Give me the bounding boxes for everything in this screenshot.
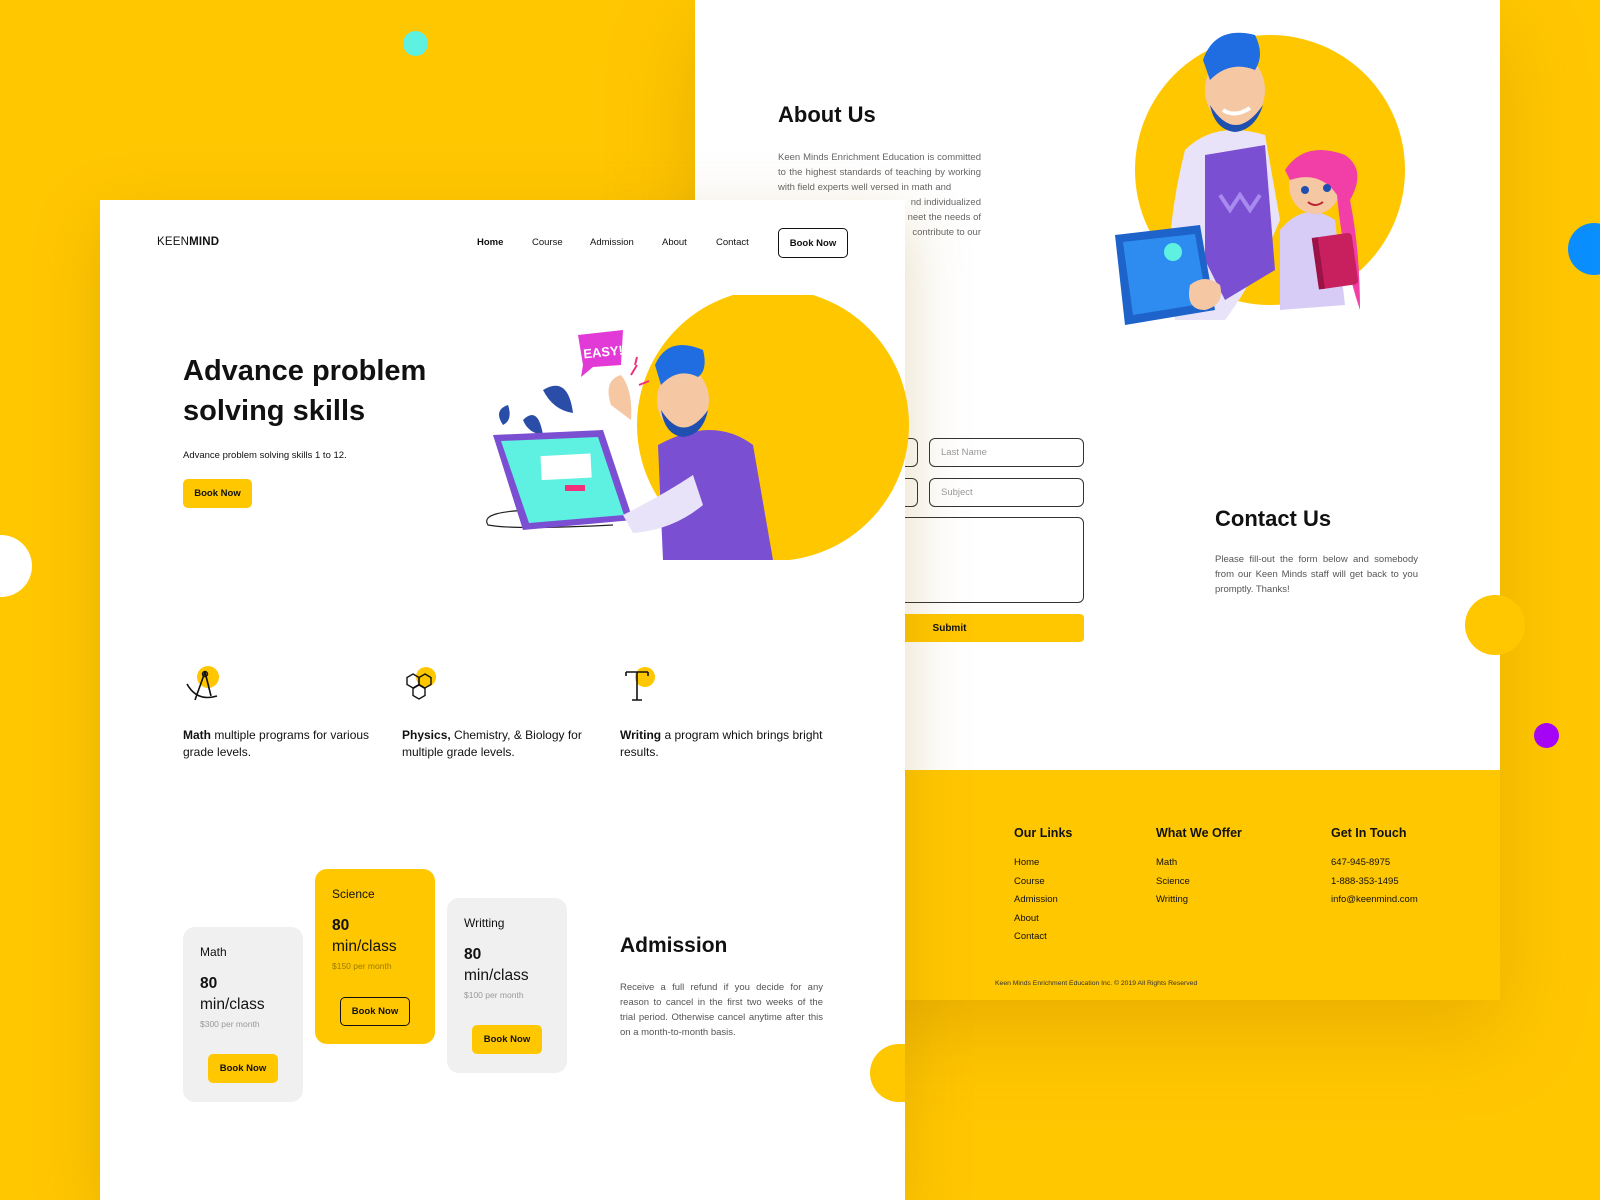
feature-writing-text: Writing a program which brings bright re… — [620, 727, 825, 760]
footer-link-course[interactable]: Course — [1014, 873, 1072, 892]
footer-copyright: Keen Minds Enrichment Education Inc. © 2… — [995, 980, 1198, 987]
card-writting-book-button[interactable]: Book Now — [472, 1025, 542, 1054]
logo-bold-text: MIND — [189, 236, 220, 248]
footer-links-column: Our Links Home Course Admission About Co… — [1014, 826, 1072, 947]
logo[interactable]: KEENMIND — [157, 236, 219, 248]
card-value-unit: min/class — [464, 967, 529, 984]
footer-link-about[interactable]: About — [1014, 910, 1072, 929]
about-text-main: Keen Minds Enrichment Education is commi… — [778, 152, 981, 193]
footer-contact-column: Get In Touch 647-945-8975 1-888-353-1495… — [1331, 826, 1418, 910]
decor-dot-cyan — [403, 31, 428, 56]
decor-dot-purple — [1534, 723, 1559, 748]
card-math-book-button[interactable]: Book Now — [208, 1054, 278, 1083]
footer-phone-1[interactable]: 647-945-8975 — [1331, 854, 1418, 873]
nav-admission[interactable]: Admission — [590, 237, 634, 248]
feature-physics-text: Physics, Chemistry, & Biology for multip… — [402, 727, 607, 760]
card-value-number: 80 — [200, 975, 218, 992]
feature-math-bold: Math — [183, 728, 211, 742]
hero-subtitle: Advance problem solving skills 1 to 12. — [183, 450, 347, 461]
front-page: KEENMIND Home Course Admission About Con… — [100, 200, 909, 1200]
nav-course[interactable]: Course — [532, 237, 563, 248]
footer-offer-math[interactable]: Math — [1156, 854, 1242, 873]
card-value: 80 min/class — [332, 915, 418, 957]
feature-physics: Physics, Chemistry, & Biology for multip… — [402, 666, 607, 760]
last-name-field[interactable]: Last Name — [929, 438, 1084, 467]
footer-offer-writting[interactable]: Writting — [1156, 891, 1242, 910]
about-title: About Us — [778, 102, 876, 127]
nav-contact[interactable]: Contact — [716, 237, 749, 248]
footer-phone-2[interactable]: 1-888-353-1495 — [1331, 873, 1418, 892]
feature-math: Math multiple programs for various grade… — [183, 666, 388, 760]
card-name: Science — [332, 887, 375, 901]
molecule-icon — [406, 667, 436, 700]
footer-link-admission[interactable]: Admission — [1014, 891, 1072, 910]
header-book-now-button[interactable]: Book Now — [778, 228, 848, 258]
card-price: $300 per month — [200, 1019, 260, 1029]
last-name-placeholder: Last Name — [941, 447, 987, 458]
card-science-book-button[interactable]: Book Now — [340, 997, 410, 1026]
card-name: Math — [200, 945, 227, 959]
subject-field[interactable]: Subject — [929, 478, 1084, 507]
footer-offer-science[interactable]: Science — [1156, 873, 1242, 892]
card-price: $100 per month — [464, 990, 524, 1000]
decor-dot-blue — [1568, 223, 1600, 275]
teacher-student-illustration — [1115, 32, 1405, 325]
pricing-card-math: Math 80 min/class $300 per month Book Now — [183, 927, 303, 1102]
card-value-number: 80 — [332, 917, 350, 934]
teacher-laptop-illustration: EASY! — [486, 295, 909, 560]
nav-home[interactable]: Home — [477, 237, 503, 248]
hero-book-now-button[interactable]: Book Now — [183, 479, 252, 508]
card-value: 80 min/class — [200, 973, 286, 1015]
card-price: $150 per month — [332, 961, 392, 971]
footer-contact-title: Get In Touch — [1331, 826, 1407, 840]
footer-links-title: Our Links — [1014, 826, 1073, 840]
feature-physics-bold: Physics, — [402, 728, 451, 742]
contact-text: Please fill-out the form below and someb… — [1215, 554, 1418, 595]
subject-placeholder: Subject — [941, 487, 973, 498]
card-value-unit: min/class — [332, 938, 397, 955]
pricing-card-science: Science 80 min/class $150 per month Book … — [315, 869, 435, 1044]
feature-writing-bold: Writing — [620, 728, 662, 742]
card-value-unit: min/class — [200, 996, 265, 1013]
footer-link-home[interactable]: Home — [1014, 854, 1072, 873]
compass-icon — [186, 666, 219, 701]
contact-title: Contact Us — [1215, 506, 1332, 531]
card-name: Writting — [464, 916, 505, 930]
footer-link-contact[interactable]: Contact — [1014, 928, 1072, 947]
typography-icon — [625, 667, 655, 701]
decor-dot-white — [0, 535, 32, 597]
card-value-number: 80 — [464, 946, 482, 963]
feature-math-text: Math multiple programs for various grade… — [183, 727, 388, 760]
feature-writing: Writing a program which brings bright re… — [620, 666, 825, 760]
nav-about[interactable]: About — [662, 237, 687, 248]
footer-offer-title: What We Offer — [1156, 826, 1242, 840]
pricing-card-writting: Writting 80 min/class $100 per month Book… — [447, 898, 567, 1073]
footer-offer-column: What We Offer Math Science Writting — [1156, 826, 1242, 910]
hero-title: Advance problem solving skills — [183, 355, 427, 427]
admission-text: Receive a full refund if you decide for … — [620, 982, 823, 1038]
feature-math-desc: multiple programs for various grade leve… — [183, 728, 370, 759]
footer-email[interactable]: info@keenmind.com — [1331, 891, 1418, 910]
decor-dot-yellow — [1465, 595, 1525, 655]
admission-title: Admission — [620, 934, 728, 957]
logo-light-text: KEEN — [157, 236, 190, 248]
card-value: 80 min/class — [464, 944, 550, 986]
